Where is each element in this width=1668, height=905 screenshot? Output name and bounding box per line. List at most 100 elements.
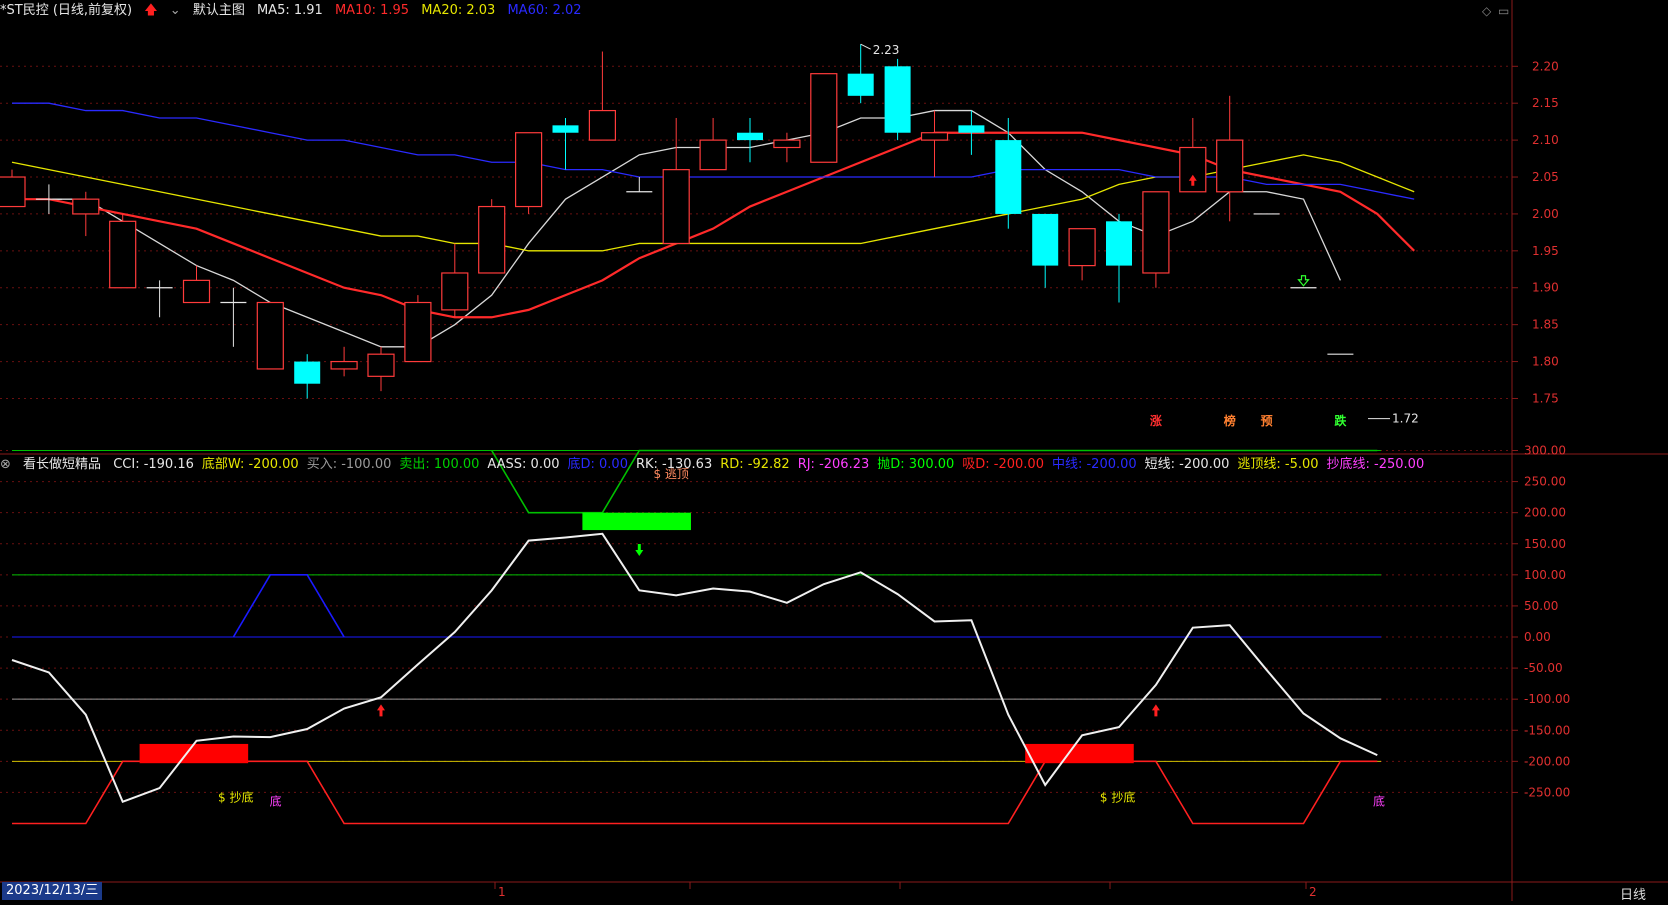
price-tick-label: 1.90 [1532, 281, 1559, 295]
indicator-value-9: 抛D: 300.00 [877, 457, 955, 472]
candle-body [1068, 228, 1096, 267]
indicator-value-5: 底D: 0.00 [567, 457, 628, 472]
price-tick-label: 1.95 [1532, 244, 1559, 258]
indicator-value-6: RK: -130.63 [635, 457, 713, 472]
candle[interactable] [810, 73, 838, 163]
candle-body [1106, 221, 1132, 266]
candle[interactable] [109, 213, 137, 289]
indicator-tick-label: 250.00 [1524, 475, 1566, 489]
indicator-value-7: RD: -92.82 [720, 457, 790, 472]
candle-body [995, 140, 1022, 214]
indicator-tick-label: 0.00 [1524, 630, 1551, 644]
candle-body [1142, 191, 1170, 274]
candle[interactable] [478, 199, 506, 274]
indicator-value-4: AASS: 0.00 [487, 457, 560, 472]
indicator-tick-label: -150.00 [1524, 723, 1570, 737]
indicator-value-0: CCI: -190.16 [113, 457, 194, 472]
candle-body [256, 301, 284, 370]
up-arrow-icon[interactable]: 🡅 [144, 3, 157, 18]
candle[interactable] [404, 295, 432, 363]
candle-body [552, 125, 579, 133]
candle-body [441, 272, 469, 311]
high-price-label: 2.23 [873, 43, 900, 57]
indicator-value-10: 吸D: -200.00 [962, 457, 1044, 472]
ma60-label: MA60: 2.02 [507, 3, 582, 18]
low-price-label: 1.72 [1392, 412, 1419, 426]
price-tick-label: 2.05 [1532, 170, 1559, 184]
indicator-name[interactable]: 看长做短精品 [23, 457, 101, 472]
period-label[interactable]: 日线 [1620, 884, 1646, 903]
indicator-values: CCI: -190.16 底部W: -200.00 买入: -100.00 卖出: 1… [113, 457, 1432, 472]
indicator-tick-label: 200.00 [1524, 506, 1566, 520]
candle-body [0, 176, 26, 208]
chart-stage: 1.75 1.80 1.85 1.90 1.95 2.00 2.05 2.10 2.15 2.20… [0, 0, 1668, 903]
candle[interactable] [1142, 191, 1170, 288]
indicator-label: 底 [270, 794, 282, 809]
candle-body [330, 360, 358, 370]
signal-block [139, 743, 249, 764]
diamond-icon[interactable]: ◇ [1482, 4, 1491, 18]
indicator-header: ⊗ 看长做短精品 CCI: -190.16 底部W: -200.00 买入: -10… [0, 454, 1432, 476]
collapse-icon[interactable]: ▭ [1498, 4, 1509, 18]
main-chart-header: *ST民控 (日线,前复权) 🡅 ⌄ 默认主图 MA5: 1.91 MA10: … [0, 0, 590, 22]
candle-body [294, 361, 321, 384]
indicator-tick-label: 300.00 [1524, 444, 1566, 458]
price-tick-label: 2.00 [1532, 207, 1559, 221]
candle-body [514, 132, 543, 208]
candle-body [773, 139, 801, 149]
candle-body [920, 132, 949, 141]
candle-body [588, 109, 617, 141]
candle-body [404, 301, 432, 363]
indicator-tick-label: -50.00 [1524, 661, 1563, 675]
template-name[interactable]: 默认主图 [193, 3, 245, 18]
indicator-menu-icon[interactable]: ⊗ [0, 457, 11, 472]
price-tick-label: 1.80 [1532, 355, 1559, 369]
candle[interactable] [514, 132, 543, 214]
indicator-label: $ 抄底 [1100, 789, 1135, 804]
candle-body [182, 279, 211, 304]
indicator-tick-label: -200.00 [1524, 754, 1570, 768]
month-label: 2 [1309, 885, 1317, 899]
candle-body [810, 73, 838, 163]
cursor-date-label: 2023/12/13/三 [2, 882, 103, 900]
month-label: 1 [498, 885, 506, 899]
signal-block [1025, 743, 1134, 764]
candle[interactable] [884, 58, 911, 141]
signal-tag: 榜 [1224, 413, 1236, 428]
price-tick-label: 2.15 [1532, 96, 1559, 110]
candle-body [662, 169, 690, 245]
chart-canvas[interactable]: 1.75 1.80 1.85 1.90 1.95 2.00 2.05 2.10 2.15 2.20… [0, 0, 1668, 901]
candle-body [1032, 213, 1059, 266]
price-tick-label: 2.20 [1532, 59, 1559, 73]
indicator-value-12: 短线: -200.00 [1144, 457, 1230, 472]
signal-tag: 预 [1261, 414, 1273, 428]
candle-body [72, 198, 100, 215]
indicator-value-2: 买入: -100.00 [306, 457, 392, 472]
signal-tag: 跌 [1334, 413, 1347, 428]
indicator-tick-label: -100.00 [1524, 692, 1570, 706]
candle-body [1216, 139, 1244, 193]
candle-body [737, 132, 763, 141]
indicator-value-1: 底部W: -200.00 [201, 457, 299, 472]
indicator-tick-label: 150.00 [1524, 537, 1566, 551]
candle-body [109, 220, 137, 289]
indicator-label: $ 抄底 [218, 789, 253, 804]
ma10-label: MA10: 1.95 [334, 3, 410, 18]
candle-body [699, 139, 727, 171]
chevron-down-icon[interactable]: ⌄ [170, 3, 181, 18]
ma5-label: MA5: 1.91 [256, 3, 323, 18]
indicator-tick-label: 50.00 [1524, 599, 1558, 613]
stock-title[interactable]: *ST民控 (日线,前复权) [0, 3, 132, 18]
indicator-value-3: 卖出: 100.00 [399, 457, 480, 472]
indicator-value-14: 抄底线: -250.00 [1326, 457, 1425, 472]
indicator-value-13: 逃顶线: -5.00 [1237, 457, 1319, 472]
signal-tag: 涨 [1150, 413, 1162, 428]
indicator-tick-label: 100.00 [1524, 568, 1566, 582]
candle[interactable] [256, 301, 284, 370]
candle-body [958, 125, 985, 133]
candle-body [884, 66, 911, 133]
candle-body [478, 205, 506, 274]
price-tick-label: 1.85 [1532, 318, 1559, 332]
signal-block [582, 512, 691, 531]
indicator-value-11: 中线: -200.00 [1051, 457, 1137, 472]
